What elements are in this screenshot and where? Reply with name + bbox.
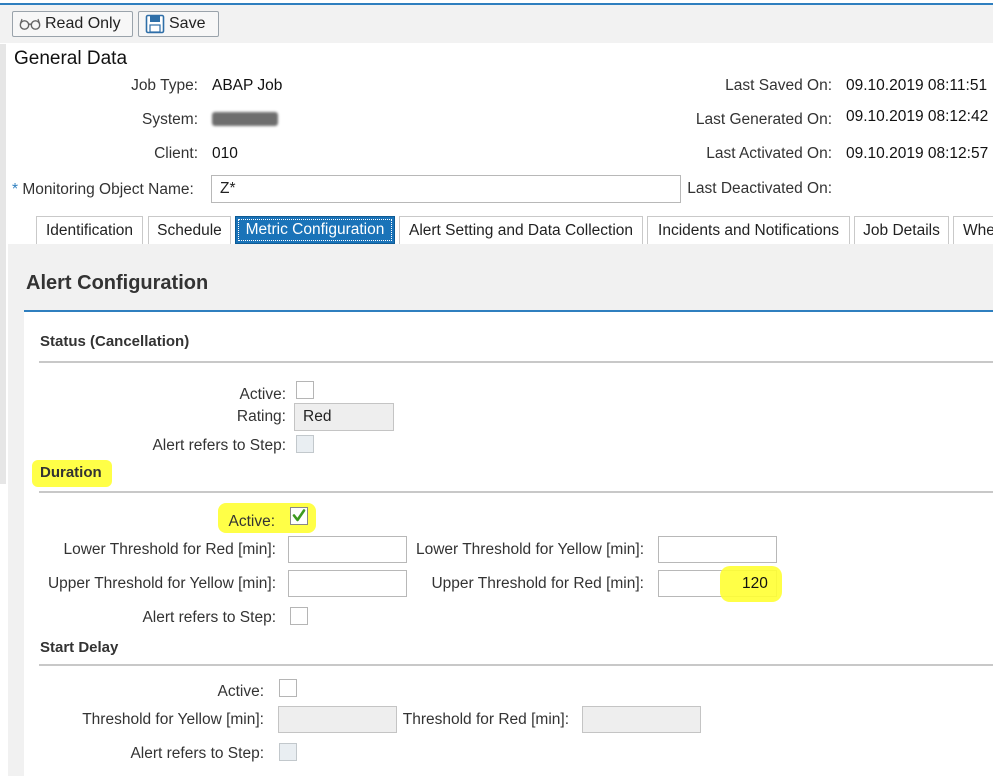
system-value-redacted — [212, 112, 278, 126]
read-only-button[interactable]: Read Only — [12, 11, 133, 37]
threshold-yellow-label: Threshold for Yellow [min]: — [82, 711, 264, 728]
start-delay-alert-step-label: Alert refers to Step: — [130, 745, 264, 762]
upper-yellow-input[interactable] — [288, 570, 407, 597]
section-divider — [39, 361, 993, 363]
monitoring-object-name-input[interactable]: Z* — [211, 175, 681, 203]
left-border-strip — [0, 44, 6, 484]
duration-alert-step-checkbox[interactable] — [290, 607, 308, 625]
save-icon — [145, 14, 165, 34]
system-label: System: — [142, 111, 198, 128]
threshold-yellow-input — [278, 706, 397, 733]
section-divider — [39, 664, 993, 666]
duration-active-checkbox[interactable] — [290, 507, 308, 525]
start-delay-title: Start Delay — [40, 639, 119, 656]
upper-yellow-label: Upper Threshold for Yellow [min]: — [47, 575, 276, 592]
section-divider — [39, 491, 993, 493]
start-delay-alert-step-checkbox[interactable] — [279, 743, 297, 761]
status-cancellation-title: Status (Cancellation) — [40, 333, 190, 350]
threshold-red-label: Threshold for Red [min]: — [402, 711, 569, 728]
general-data-title: General Data — [14, 48, 128, 69]
upper-red-value: 120 — [742, 575, 768, 592]
last-generated-value: 09.10.2019 08:12:42 — [846, 108, 989, 125]
tab-incidents-notifications[interactable]: Incidents and Notifications — [647, 216, 850, 244]
toolbar: Read Only Save — [0, 5, 993, 43]
lower-red-input[interactable] — [288, 536, 407, 563]
tab-job-details[interactable]: Job Details — [854, 216, 949, 244]
read-only-label: Read Only — [45, 15, 121, 32]
monitoring-object-label: * Monitoring Object Name: — [12, 181, 194, 198]
upper-red-label: Upper Threshold for Red [min]: — [431, 575, 644, 592]
last-activated-value: 09.10.2019 08:12:57 — [846, 145, 989, 162]
threshold-red-input — [582, 706, 701, 733]
last-saved-label: Last Saved On: — [725, 77, 832, 94]
job-type-value: ABAP Job — [212, 77, 283, 94]
required-marker: * — [12, 181, 19, 198]
status-active-label: Active: — [239, 386, 286, 403]
glasses-icon — [19, 17, 41, 31]
last-deactivated-label: Last Deactivated On: — [687, 180, 832, 197]
lower-yellow-input[interactable] — [658, 536, 777, 563]
last-activated-label: Last Activated On: — [706, 145, 832, 162]
status-active-checkbox[interactable] — [296, 381, 314, 399]
tab-bar: Identification Schedule Metric Configura… — [0, 214, 993, 244]
duration-alert-step-label: Alert refers to Step: — [142, 609, 276, 626]
rating-field: Red — [294, 403, 394, 431]
client-value: 010 — [212, 145, 238, 162]
save-button[interactable]: Save — [138, 11, 219, 37]
status-alert-step-label: Alert refers to Step: — [152, 437, 286, 454]
duration-active-label: Active: — [228, 513, 275, 530]
duration-title: Duration — [40, 464, 102, 481]
save-label: Save — [169, 15, 206, 32]
tab-alert-setting-data-collection[interactable]: Alert Setting and Data Collection — [399, 216, 643, 244]
alert-configuration-title: Alert Configuration — [26, 272, 209, 294]
last-generated-label: Last Generated On: — [695, 111, 832, 128]
tab-metric-configuration[interactable]: Metric Configuration — [235, 216, 395, 244]
tab-identification[interactable]: Identification — [36, 216, 143, 244]
job-type-label: Job Type: — [131, 77, 198, 94]
client-label: Client: — [154, 145, 198, 162]
rating-label: Rating: — [236, 408, 286, 425]
tab-whe-truncated[interactable]: Whe — [953, 216, 993, 244]
status-alert-step-checkbox[interactable] — [296, 435, 314, 453]
last-saved-value: 09.10.2019 08:11:51 — [846, 77, 988, 94]
start-delay-active-checkbox[interactable] — [279, 679, 297, 697]
lower-red-label: Lower Threshold for Red [min]: — [63, 541, 276, 558]
lower-yellow-label: Lower Threshold for Yellow [min]: — [415, 541, 644, 558]
tab-schedule[interactable]: Schedule — [148, 216, 231, 244]
start-delay-active-label: Active: — [217, 683, 264, 700]
